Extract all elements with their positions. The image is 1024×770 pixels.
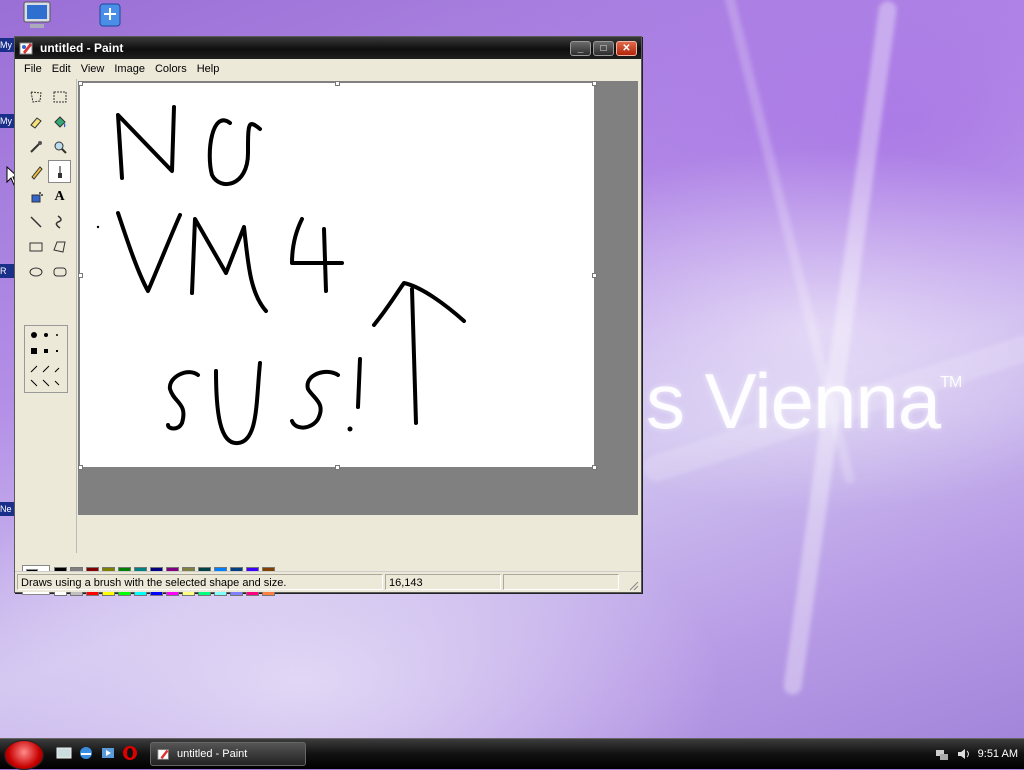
status-coordinates: 16,143 (385, 574, 501, 590)
rectangle-select-icon[interactable] (48, 85, 71, 108)
clock[interactable]: 9:51 AM (978, 748, 1018, 760)
network-tray-icon[interactable] (934, 746, 950, 762)
menu-bar: File Edit View Image Colors Help (15, 59, 641, 79)
canvas-resize-handle[interactable] (592, 273, 597, 278)
menu-view[interactable]: View (76, 63, 110, 75)
toolbox-divider (76, 79, 77, 553)
canvas-resize-handle[interactable] (335, 81, 340, 86)
taskbar: untitled - Paint 9:51 AM (0, 738, 1024, 770)
title-bar[interactable]: untitled - Paint _ □ ✕ (15, 37, 641, 59)
canvas-resize-handle[interactable] (78, 273, 83, 278)
status-hint: Draws using a brush with the selected sh… (17, 574, 383, 590)
canvas-drawing (96, 105, 466, 445)
close-button[interactable]: ✕ (616, 40, 637, 56)
curve-icon[interactable] (48, 210, 71, 233)
wallpaper-streak (782, 0, 898, 696)
window-title: untitled - Paint (40, 41, 124, 55)
menu-help[interactable]: Help (192, 63, 225, 75)
drawing-canvas[interactable] (80, 83, 594, 467)
airbrush-icon[interactable] (24, 185, 47, 208)
media-icon[interactable] (100, 745, 116, 761)
show-desktop-icon[interactable] (56, 745, 72, 761)
rectangle-icon[interactable] (24, 235, 47, 258)
pencil-icon[interactable] (24, 160, 47, 183)
rounded-rectangle-icon[interactable] (48, 260, 71, 283)
brush-icon[interactable] (48, 160, 71, 183)
eraser-icon[interactable] (24, 110, 47, 133)
magnifier-icon[interactable] (48, 135, 71, 158)
start-button[interactable] (4, 740, 44, 770)
canvas-scroll-area[interactable] (78, 81, 638, 515)
color-picker-icon[interactable] (24, 135, 47, 158)
volume-tray-icon[interactable] (956, 746, 972, 762)
menu-file[interactable]: File (19, 63, 47, 75)
minimize-button[interactable]: _ (570, 40, 591, 56)
wallpaper-brand-text: s ViennaTM (646, 357, 962, 445)
status-size (503, 574, 619, 590)
resize-grip-icon[interactable] (627, 579, 639, 591)
taskbar-paint-label: untitled - Paint (177, 748, 248, 760)
internet-explorer-icon[interactable] (78, 745, 94, 761)
desktop-icon-label[interactable]: My (0, 114, 14, 128)
canvas-resize-handle[interactable] (78, 81, 83, 86)
opera-icon[interactable] (122, 745, 138, 761)
free-form-select-icon[interactable] (24, 85, 47, 108)
my-computer-icon[interactable] (20, 0, 54, 34)
desktop-icon-label[interactable]: My (0, 38, 14, 52)
paint-app-icon (157, 749, 169, 760)
paint-app-icon (19, 42, 33, 55)
maximize-button[interactable]: □ (593, 40, 614, 56)
status-bar: Draws using a brush with the selected sh… (15, 571, 641, 592)
tool-box: A (22, 83, 72, 345)
line-icon[interactable] (24, 210, 47, 233)
work-area: A (16, 79, 640, 596)
canvas-resize-handle[interactable] (592, 81, 597, 86)
canvas-resize-handle[interactable] (78, 465, 83, 470)
polygon-icon[interactable] (48, 235, 71, 258)
paint-window: untitled - Paint _ □ ✕ File Edit View Im… (14, 36, 642, 596)
text-icon[interactable]: A (48, 185, 71, 208)
desktop-icon-label[interactable]: R (0, 264, 14, 278)
canvas-resize-handle[interactable] (592, 465, 597, 470)
brush-shape-options[interactable] (24, 325, 68, 393)
menu-image[interactable]: Image (109, 63, 150, 75)
menu-edit[interactable]: Edit (47, 63, 76, 75)
system-tray: 9:51 AM (934, 743, 1018, 765)
network-icon[interactable] (94, 0, 128, 34)
fill-bucket-icon[interactable] (48, 110, 71, 133)
taskbar-paint-button[interactable]: untitled - Paint (150, 742, 306, 766)
ellipse-icon[interactable] (24, 260, 47, 283)
canvas-resize-handle[interactable] (335, 465, 340, 470)
desktop-icon-label[interactable]: Ne (0, 502, 14, 516)
menu-colors[interactable]: Colors (150, 63, 192, 75)
